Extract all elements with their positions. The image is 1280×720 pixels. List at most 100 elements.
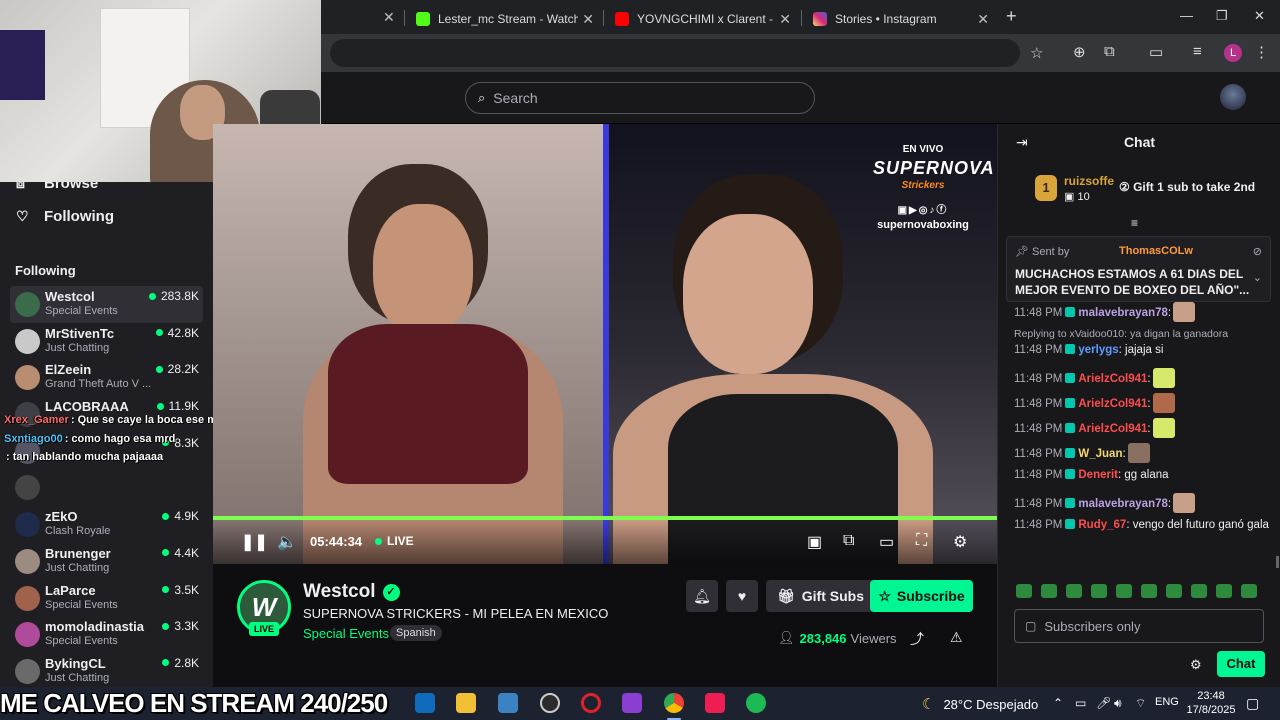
- pinned-user[interactable]: ThomasCOLw: [1119, 245, 1193, 257]
- message-user[interactable]: Rudy_67: [1078, 519, 1126, 531]
- opera-icon[interactable]: [581, 693, 601, 713]
- tab-youtube[interactable]: YOVNGCHIMI x Clarent - Mclan ✕: [603, 4, 801, 34]
- sidebar-channel-row[interactable]: [10, 469, 203, 506]
- bookmark-star-icon[interactable]: ☆: [1030, 44, 1043, 62]
- tab-instagram[interactable]: Stories • Instagram ✕: [801, 4, 999, 34]
- taskbar-clock[interactable]: 23:48 17/8/2025: [1186, 689, 1236, 717]
- moon-icon: ☾: [922, 696, 936, 713]
- search-input[interactable]: ⌕ Search: [465, 82, 815, 114]
- sidebar-following[interactable]: ♡ Following: [16, 208, 114, 225]
- emote-icon[interactable]: [1216, 584, 1232, 598]
- maximize-icon[interactable]: ❐: [1216, 8, 1228, 24]
- message-user[interactable]: malavebrayan78: [1078, 498, 1168, 510]
- sidebar-icon[interactable]: ▭: [1149, 43, 1163, 61]
- emote-icon[interactable]: [1141, 584, 1157, 598]
- sidebar-channel-row[interactable]: Brunenger Just Chatting 4.4K: [10, 543, 203, 580]
- chat-input[interactable]: ▢ Subscribers only: [1014, 609, 1264, 643]
- gift-subs-button[interactable]: 🎁︎ Gift Subs: [766, 580, 876, 612]
- subscribe-button[interactable]: ☆ Subscribe: [870, 580, 973, 612]
- message-user[interactable]: Denerit: [1078, 469, 1118, 481]
- extension-icon[interactable]: ⊕: [1073, 43, 1086, 61]
- chat-title: Chat: [1123, 134, 1156, 150]
- send-chat-button[interactable]: Chat: [1217, 651, 1265, 677]
- message-user[interactable]: W_Juan: [1078, 448, 1122, 460]
- emote-icon[interactable]: [1041, 584, 1057, 598]
- new-tab-icon[interactable]: +: [1006, 6, 1017, 27]
- notification-bell-button[interactable]: 🔔︎: [686, 580, 718, 612]
- clip-icon[interactable]: ▣: [807, 532, 822, 552]
- close-tab-icon[interactable]: ✕: [383, 9, 395, 26]
- emote-icon[interactable]: [1191, 584, 1207, 598]
- app-icon[interactable]: [622, 693, 642, 713]
- minimize-icon[interactable]: —: [1180, 8, 1193, 23]
- sidebar-channel-row[interactable]: BykingCL Just Chatting 2.8K: [10, 653, 203, 690]
- sidebar-channel-row[interactable]: LaParce Special Events 3.5K: [10, 580, 203, 617]
- settings-gear-icon[interactable]: ⚙: [953, 532, 967, 552]
- media-icon[interactable]: ≡: [1193, 43, 1202, 60]
- follow-button[interactable]: ♥: [726, 580, 758, 612]
- close-window-icon[interactable]: ✕: [1254, 8, 1265, 24]
- miniplayer-icon[interactable]: ⧉: [843, 532, 854, 550]
- tab-lester[interactable]: Lester_mc Stream - Watch Live ✕: [404, 4, 604, 34]
- sub-badge-icon: [1065, 373, 1076, 383]
- sidebar-channel-row[interactable]: Westcol Special Events 283.8K: [10, 286, 203, 323]
- close-tab-icon[interactable]: ✕: [779, 11, 791, 28]
- chat-message-list: 11:48 PM malavebrayan78: Replying to xVaid…: [1014, 302, 1276, 560]
- fullscreen-icon[interactable]: ⛶: [916, 532, 927, 550]
- gift-sub-prompt[interactable]: ② Gift 1 sub to take 2nd: [1119, 180, 1255, 194]
- stream-tag[interactable]: Spanish: [390, 625, 442, 641]
- file-explorer-icon[interactable]: [456, 693, 476, 713]
- message-user[interactable]: ArielzCol941: [1078, 423, 1147, 435]
- hide-pin-icon[interactable]: ⊘: [1253, 245, 1262, 258]
- share-icon[interactable]: ⤴: [910, 629, 924, 649]
- tray-app-icon[interactable]: ▭: [1075, 696, 1086, 710]
- chrome-icon[interactable]: [664, 693, 684, 713]
- sidebar-channel-row[interactable]: MrStivenTc Just Chatting 42.8K: [10, 323, 203, 360]
- store-icon[interactable]: [498, 693, 518, 713]
- notification-icon[interactable]: ▢: [1246, 695, 1259, 712]
- microphone-icon[interactable]: 🎤︎: [1096, 696, 1111, 710]
- video-player[interactable]: EN VIVO SUPERNOVA Strickers ▣▶◎♪ⓕ supern…: [213, 124, 997, 564]
- tiktok-icon[interactable]: [705, 693, 725, 713]
- report-icon[interactable]: ⚠: [950, 629, 963, 646]
- volume-icon[interactable]: 🔈: [277, 532, 297, 552]
- message-user[interactable]: ArielzCol941: [1078, 373, 1147, 385]
- close-tab-icon[interactable]: ✕: [582, 11, 594, 28]
- chat-settings-icon[interactable]: ⚙: [1190, 657, 1202, 673]
- language-indicator[interactable]: ENG: [1155, 696, 1179, 708]
- address-bar[interactable]: ☆: [330, 39, 1043, 67]
- leaderboard-user[interactable]: ruizsoffe: [1064, 174, 1114, 188]
- message-user[interactable]: ArielzCol941: [1078, 398, 1147, 410]
- emote-icon[interactable]: [1116, 584, 1132, 598]
- sidebar-channel-row[interactable]: ElZeein Grand Theft Auto V ... 28.2K: [10, 359, 203, 396]
- stream-category[interactable]: Special Events: [303, 626, 389, 641]
- network-icon[interactable]: ⌔: [1135, 696, 1146, 711]
- emote-icon[interactable]: [1066, 584, 1082, 598]
- obs-icon[interactable]: [540, 693, 560, 713]
- volume-tray-icon[interactable]: 🔊︎: [1114, 696, 1122, 711]
- page-scrollbar[interactable]: [1276, 556, 1279, 568]
- spotify-icon[interactable]: [746, 693, 766, 713]
- emote-icon[interactable]: [1241, 584, 1257, 598]
- tray-expand-icon[interactable]: ⌃: [1053, 696, 1063, 710]
- emote-icon[interactable]: [1016, 584, 1032, 598]
- message-user[interactable]: yerlygs: [1078, 344, 1118, 356]
- chat-filter-icon[interactable]: ≡: [1131, 216, 1138, 230]
- channel-name[interactable]: Westcol ✓: [303, 581, 400, 603]
- pause-icon[interactable]: ❚❚: [241, 532, 268, 552]
- emote-icon[interactable]: [1091, 584, 1107, 598]
- user-avatar[interactable]: [1220, 84, 1246, 110]
- emote-icon[interactable]: [1166, 584, 1182, 598]
- puzzle-icon[interactable]: ⧉: [1104, 43, 1115, 60]
- outlook-icon[interactable]: [415, 693, 435, 713]
- menu-icon[interactable]: ⋮: [1254, 43, 1269, 61]
- close-tab-icon[interactable]: ✕: [977, 11, 989, 28]
- expand-pin-icon[interactable]: ⌄: [1253, 271, 1262, 284]
- chat-message: 11:48 PM malavebrayan78:: [1014, 493, 1276, 518]
- profile-avatar[interactable]: L: [1224, 44, 1242, 62]
- weather-widget[interactable]: ☾ 28°C Despejado: [922, 695, 1038, 713]
- sidebar-channel-row[interactable]: zEkO Clash Royale 4.9K: [10, 506, 203, 543]
- theatre-mode-icon[interactable]: ▭: [879, 532, 894, 552]
- sidebar-channel-row[interactable]: momoladinastia Special Events 3.3K: [10, 616, 203, 653]
- message-user[interactable]: malavebrayan78: [1078, 307, 1168, 319]
